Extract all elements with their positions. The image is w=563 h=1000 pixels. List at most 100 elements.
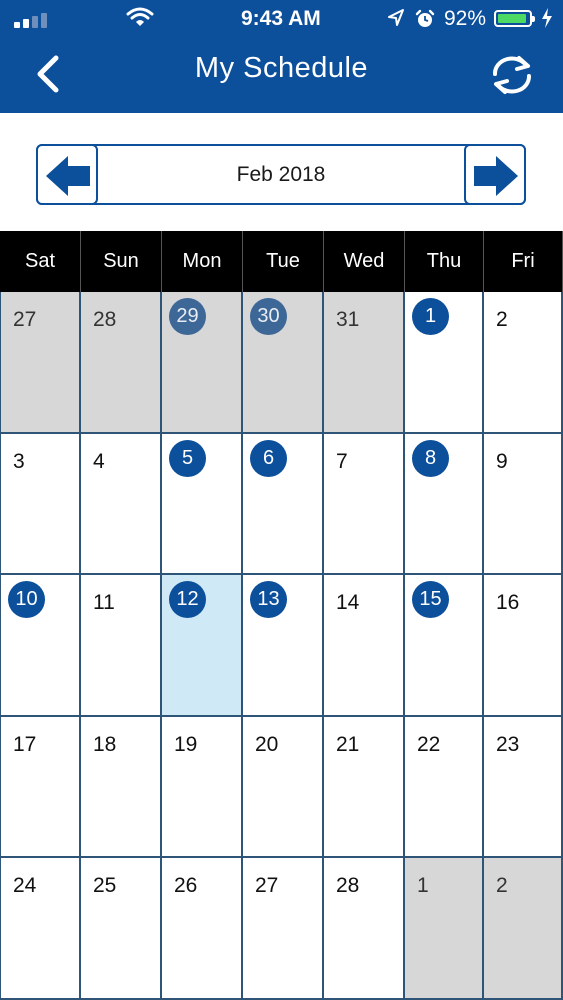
day-number: 27 [255,874,279,897]
calendar-week: 17 18 19 20 21 22 23 [0,716,563,858]
calendar-week: 24 25 26 27 28 1 2 [0,858,563,1000]
day-number: 17 [13,732,37,756]
event-day-badge: 30 [250,298,287,335]
event-day-badge: 5 [169,439,206,477]
calendar-day-cell[interactable]: 9 [484,433,563,575]
calendar-day-cell[interactable]: 13 [243,575,324,717]
day-number: 20 [255,732,279,756]
event-day-badge: 6 [250,439,287,477]
day-number: 11 [93,591,115,614]
next-month-button[interactable] [464,144,526,205]
event-day-badge: 10 [8,581,45,618]
event-day-badge: 29 [169,298,206,335]
day-number: 25 [93,874,117,897]
calendar-day-cell[interactable]: 19 [162,716,243,858]
day-number: 14 [336,591,360,614]
calendar-day-cell[interactable]: 10 [0,575,81,717]
day-number: 7 [336,449,348,473]
calendar-day-cell[interactable]: 27 [0,292,81,434]
calendar-day-cell[interactable]: 11 [81,575,162,717]
calendar-day-cell[interactable]: 30 [243,292,324,434]
battery-icon [494,10,535,27]
calendar-day-cell[interactable]: 29 [162,292,243,434]
day-number: 3 [13,449,25,473]
calendar-day-cell[interactable]: 6 [243,433,324,575]
wifi-icon [126,6,154,33]
day-number: 31 [336,308,360,331]
day-number: 24 [13,874,37,897]
arrow-left-icon [46,156,90,196]
calendar-day-cell[interactable]: 18 [81,716,162,858]
calendar-day-cell[interactable]: 1 [405,858,484,1000]
calendar-day-cell[interactable]: 15 [405,575,484,717]
day-number: 2 [496,874,508,897]
calendar-day-cell[interactable]: 7 [324,433,405,575]
calendar-day-cell[interactable]: 24 [0,858,81,1000]
calendar-day-cell[interactable]: 28 [81,292,162,434]
calendar-day-cell[interactable]: 16 [484,575,563,717]
refresh-button[interactable] [486,52,538,98]
calendar-day-cell[interactable]: 8 [405,433,484,575]
battery-percent: 92% [444,7,487,30]
calendar-day-cell[interactable]: 5 [162,433,243,575]
calendar-day-cell[interactable]: 14 [324,575,405,717]
calendar-day-cell[interactable]: 22 [405,716,484,858]
event-day-badge: 8 [412,439,449,477]
day-number: 4 [93,449,105,473]
calendar-day-cell[interactable]: 27 [243,858,324,1000]
day-number: 9 [496,449,508,473]
refresh-icon [492,56,532,94]
app-header: 9:43 AM 92% My Schedule [0,0,563,113]
month-label: Feb 2018 [236,163,326,186]
calendar-day-cell[interactable]: 3 [0,433,81,575]
calendar-day-cell[interactable]: 17 [0,716,81,858]
calendar-day-cell[interactable]: 25 [81,858,162,1000]
calendar-week: 3 4 5 6 7 8 9 [0,433,563,575]
status-bar: 9:43 AM 92% [0,0,563,38]
calendar-day-cell[interactable]: 1 [405,292,484,434]
calendar-grid: Sat Sun Mon Tue Wed Thu Fri 27 28 29 30 31 1 2 3 4 5 6 7 8… [0,231,563,1000]
day-number: 21 [336,732,360,756]
day-number: 26 [174,874,198,897]
calendar-day-cell[interactable]: 23 [484,716,563,858]
charging-icon [540,7,554,34]
location-icon [386,8,406,33]
day-number: 28 [336,874,360,897]
calendar-week: 27 28 29 30 31 1 2 [0,292,563,434]
event-day-badge: 13 [250,581,287,618]
calendar-day-cell[interactable]: 2 [484,292,563,434]
calendar-day-cell[interactable]: 20 [243,716,324,858]
weekday-sat: Sat [0,231,81,292]
day-number: 22 [417,732,441,756]
calendar-week: 10 11 12 13 14 15 16 [0,575,563,717]
day-number: 2 [496,308,508,331]
day-number: 18 [93,732,117,756]
day-number: 27 [13,308,37,331]
event-day-badge: 12 [169,581,206,618]
event-day-badge: 15 [412,581,449,618]
calendar-day-cell[interactable]: 12 [162,575,243,717]
status-time: 9:43 AM [241,7,321,30]
month-navigator: Feb 2018 [36,144,526,205]
day-number: 19 [174,732,198,756]
event-day-badge: 1 [412,298,449,335]
calendar-day-cell[interactable]: 2 [484,858,563,1000]
day-number: 1 [417,874,429,897]
alarm-icon [414,8,436,35]
weekday-mon: Mon [162,231,243,292]
calendar-day-cell[interactable]: 26 [162,858,243,1000]
calendar-day-cell[interactable]: 4 [81,433,162,575]
day-number: 28 [93,308,117,331]
signal-icon [14,10,54,28]
calendar-day-cell[interactable]: 21 [324,716,405,858]
calendar-day-cell[interactable]: 28 [324,858,405,1000]
calendar-body: 27 28 29 30 31 1 2 3 4 5 6 7 8 9 10 11 12 13 14 15 16 17 18 19 2… [0,292,563,1000]
prev-month-button[interactable] [36,144,98,205]
day-number: 23 [496,732,520,756]
day-number: 16 [496,591,520,614]
weekday-tue: Tue [243,231,324,292]
calendar-day-cell[interactable]: 31 [324,292,405,434]
page-title: My Schedule [194,52,369,84]
weekday-thu: Thu [405,231,484,292]
arrow-right-icon [474,156,518,196]
